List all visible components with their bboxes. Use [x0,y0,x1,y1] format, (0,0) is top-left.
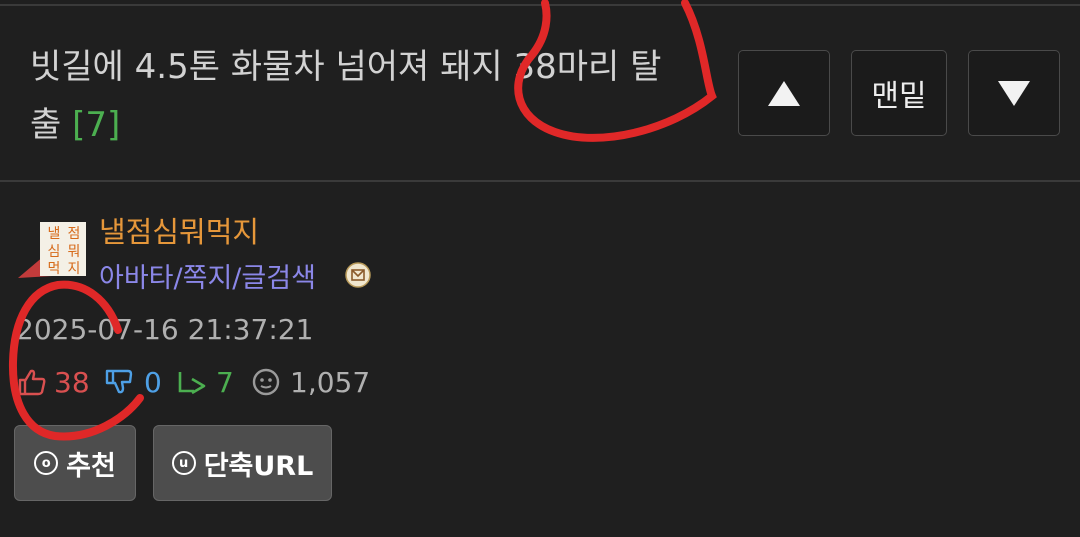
triangle-up-icon [768,80,800,106]
downvote-stat: 0 [104,362,162,402]
mail-icon[interactable] [345,262,371,288]
short-url-button[interactable]: u 단축URL [153,425,332,501]
go-bottom-button[interactable]: 맨밑 [851,50,947,136]
author-nickname[interactable]: 낼점심뭐먹지 [99,209,259,251]
author-links[interactable]: 아바타/쪽지/글검색 [99,256,316,295]
face-icon [252,368,280,396]
view-count: 1,057 [290,365,371,399]
header-divider [0,180,1080,182]
thumbs-up-icon [18,369,46,396]
recommend-button[interactable]: o 추천 [14,425,136,501]
svg-text:심: 심 [48,244,61,260]
recommend-icon: o [34,451,59,475]
svg-text:낼: 낼 [48,226,61,242]
triangle-down-icon [998,80,1030,106]
recommend-label: 추천 [66,450,116,482]
post-title-text: 빗길에 4.5톤 화물차 넘어져 돼지 38마리 탈출 [30,47,662,145]
downvote-count: 0 [144,365,162,399]
share-icon [178,372,206,395]
short-url-icon: u [171,451,196,475]
svg-text:지: 지 [68,261,81,277]
upvote-count: 38 [54,365,90,399]
top-divider [0,4,1080,6]
scroll-down-button[interactable] [968,50,1060,136]
avatar[interactable]: 낼 점 심 뭐 먹 지 [18,218,88,284]
view-stat: 1,057 [250,362,370,402]
share-stat: 7 [176,362,234,402]
comment-count[interactable]: [7] [72,105,120,145]
post-date: 2025-07-16 21:37:21 [16,313,314,346]
share-count: 7 [216,365,234,399]
upvote-stat: 38 [16,362,90,402]
svg-text:뭐: 뭐 [68,244,81,260]
thumbs-down-icon [105,369,133,394]
post-title: 빗길에 4.5톤 화물차 넘어져 돼지 38마리 탈출 [7] [30,38,690,154]
scroll-up-button[interactable] [738,50,830,136]
red-circle-annotation-votes [8,280,144,441]
svg-text:먹: 먹 [48,261,61,277]
svg-text:점: 점 [68,226,81,242]
short-url-label: 단축URL [203,450,314,482]
